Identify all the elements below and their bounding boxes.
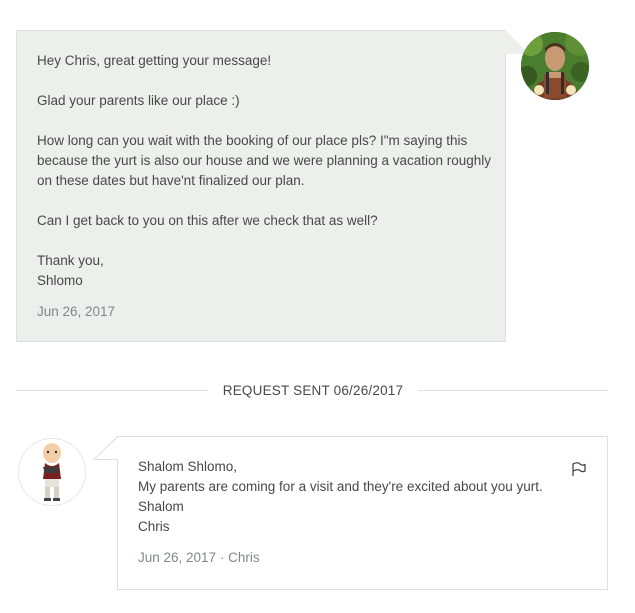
host-message-line: Hey Chris, great getting your message! bbox=[37, 53, 272, 68]
host-message-line: How long can you wait with the booking o… bbox=[37, 133, 492, 188]
guest-message-tail bbox=[95, 437, 118, 459]
host-message-line: Can I get back to you on this after we c… bbox=[37, 213, 378, 228]
guest-avatar[interactable] bbox=[18, 438, 86, 506]
host-signoff-name: Shlomo bbox=[37, 273, 83, 288]
guest-message-line: Chris bbox=[138, 519, 170, 534]
guest-message-line: Shalom Shlomo, bbox=[138, 459, 238, 474]
guest-message-date: Jun 26, 2017 · Chris bbox=[138, 550, 260, 565]
request-sent-label: REQUEST SENT 06/26/2017 bbox=[208, 381, 418, 401]
report-flag-glyph bbox=[572, 462, 586, 476]
host-avatar[interactable] bbox=[521, 32, 589, 100]
host-message-line: Glad your parents like our place :) bbox=[37, 93, 240, 108]
guest-avatar-figure bbox=[19, 439, 85, 505]
guest-message-line: My parents are coming for a visit and th… bbox=[138, 479, 543, 494]
flag-icon[interactable] bbox=[570, 460, 588, 478]
host-message-text: Hey Chris, great getting your message! G… bbox=[37, 51, 497, 291]
host-avatar-photo bbox=[521, 32, 589, 100]
guest-message-line: Shalom bbox=[138, 499, 184, 514]
host-message-signoff: Thank you, Shlomo bbox=[37, 251, 497, 291]
guest-message-text: Shalom Shlomo, My parents are coming for… bbox=[138, 457, 578, 537]
host-message-date: Jun 26, 2017 bbox=[37, 304, 116, 319]
host-signoff-thanks: Thank you, bbox=[37, 253, 104, 268]
